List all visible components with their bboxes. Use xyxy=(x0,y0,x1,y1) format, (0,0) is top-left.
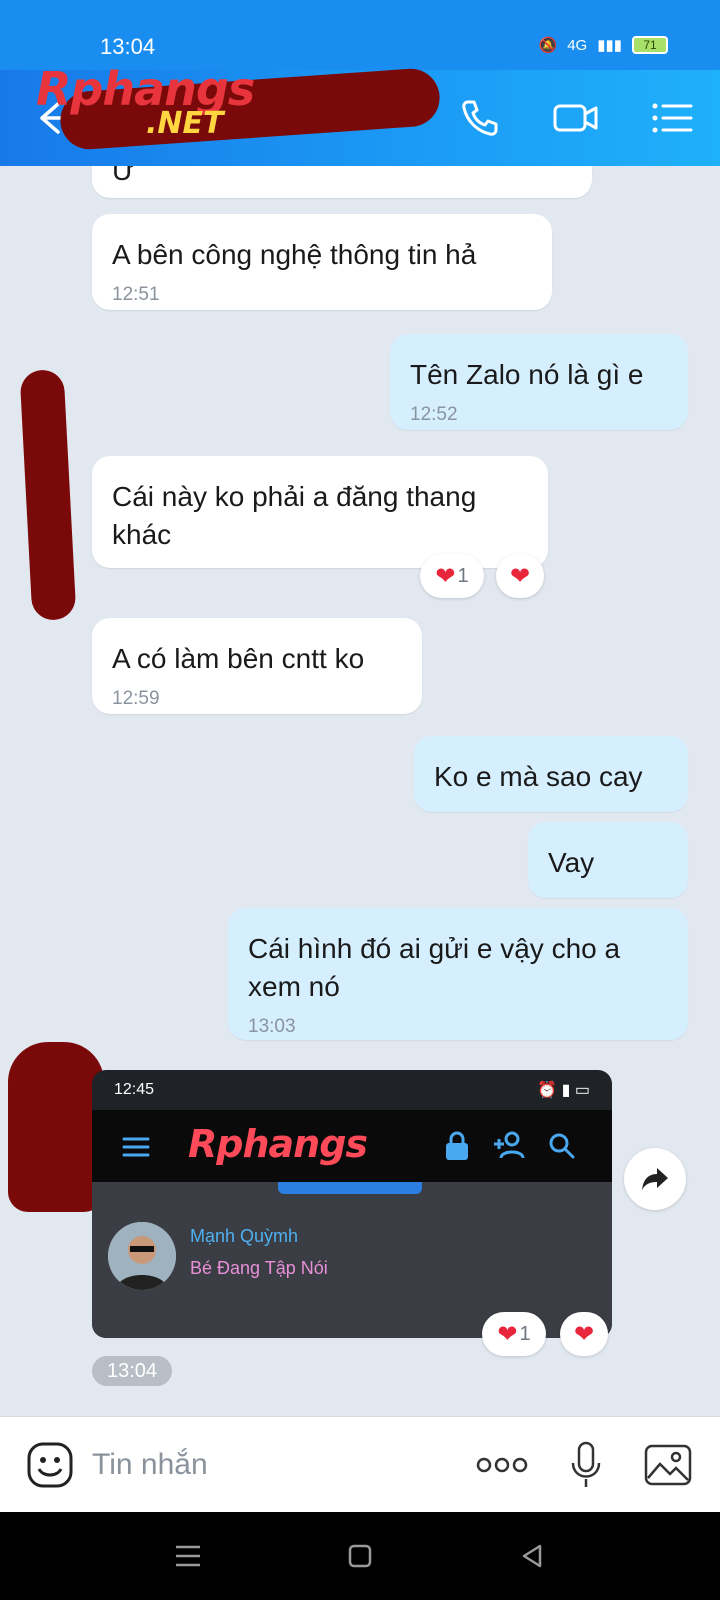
microphone-icon xyxy=(571,1441,601,1487)
reaction-count: 1 xyxy=(457,564,469,587)
message-bubble-out[interactable]: Ko e mà sao cay xyxy=(414,736,688,812)
avatar xyxy=(108,1222,176,1290)
heart-icon: ❤ xyxy=(435,562,456,590)
message-text: Cái hình đó ai gửi e vậy cho a xem nó xyxy=(248,933,621,1002)
message-bubble-out[interactable]: Vay xyxy=(528,822,688,898)
list-menu-icon xyxy=(652,103,693,133)
status-icons: 🔕 4G ▮▮▮ 71 xyxy=(539,36,668,54)
watermark-logo: Rphangs .NET xyxy=(36,62,255,141)
message-bubble-in[interactable]: A có làm bên cntt ko 12:59 xyxy=(92,618,422,714)
message-text: Tên Zalo nó là gì e xyxy=(410,359,644,390)
message-bubble-in[interactable]: A bên công nghệ thông tin hả 12:51 xyxy=(92,214,552,310)
image-icon xyxy=(644,1444,692,1486)
redacted-avatar xyxy=(8,1042,104,1212)
message-text: Cái này ko phải a đăng thang khác xyxy=(112,481,477,550)
search-icon xyxy=(549,1133,575,1159)
reaction-summary[interactable]: ❤ 1 xyxy=(482,1312,546,1356)
message-time: 12:51 xyxy=(112,284,160,305)
system-nav-bar xyxy=(0,1512,720,1600)
add-user-icon xyxy=(494,1131,525,1159)
heart-icon: ❤ xyxy=(497,1320,518,1348)
lock-icon xyxy=(446,1131,468,1160)
message-bubble-in[interactable]: Cái này ko phải a đăng thang khác xyxy=(92,456,548,568)
message-text: A bên công nghệ thông tin hả xyxy=(112,239,477,270)
react-button[interactable]: ❤ xyxy=(560,1312,608,1356)
embedded-status-icons: ⏰ ▮ ▭ xyxy=(537,1082,590,1099)
home-button[interactable] xyxy=(340,1536,380,1576)
message-time: 12:52 xyxy=(410,404,458,425)
options-button[interactable] xyxy=(644,90,700,146)
message-bubble-out[interactable]: Cái hình đó ai gửi e vậy cho a xem nó 13… xyxy=(228,908,688,1040)
message-text: Vay xyxy=(548,847,595,878)
message-time: 13:04 xyxy=(92,1356,172,1386)
embedded-app-bar: Rphangs xyxy=(92,1110,612,1182)
home-icon xyxy=(348,1544,372,1568)
embedded-user-role: Bé Đang Tập Nói xyxy=(190,1258,328,1278)
embedded-logo: Rphangs xyxy=(188,1122,368,1166)
sticker-button[interactable] xyxy=(18,1433,82,1497)
message-bubble-out[interactable]: Tên Zalo nó là gì e 12:52 xyxy=(390,334,688,430)
video-call-button[interactable] xyxy=(548,90,604,146)
mute-icon: 🔕 xyxy=(538,37,558,54)
embedded-user-name: Mạnh Quỳmh xyxy=(190,1226,299,1246)
recent-apps-button[interactable] xyxy=(168,1536,208,1576)
embedded-status-time: 12:45 xyxy=(114,1081,155,1098)
embedded-status-bar: 12:45 ⏰ ▮ ▭ xyxy=(92,1070,612,1110)
video-camera-icon xyxy=(553,104,598,132)
status-bar: 13:04 🔕 4G ▮▮▮ 71 xyxy=(0,0,720,70)
reaction-summary[interactable]: ❤ 1 xyxy=(420,554,484,598)
battery-icon: 71 xyxy=(632,36,668,54)
image-message[interactable]: 12:45 ⏰ ▮ ▭ Rphangs Mạnh Quỳmh Bé Đang T… xyxy=(92,1070,612,1338)
network-label: 4G xyxy=(567,36,588,54)
embedded-blue-tab xyxy=(278,1182,422,1194)
call-button[interactable] xyxy=(452,90,508,146)
voice-button[interactable] xyxy=(554,1433,618,1497)
message-text: Ừ xyxy=(112,166,136,186)
status-time: 13:04 xyxy=(100,34,156,59)
message-text: Ko e mà sao cay xyxy=(434,761,643,792)
reaction-count: 1 xyxy=(519,1322,531,1345)
phone-icon xyxy=(462,100,498,136)
share-arrow-icon xyxy=(642,1168,668,1190)
back-nav-button[interactable] xyxy=(512,1536,552,1576)
recent-apps-icon xyxy=(176,1545,200,1567)
message-text: A có làm bên cntt ko xyxy=(112,643,365,674)
message-bubble-in[interactable]: Ừ xyxy=(92,166,592,198)
message-list[interactable]: Ừ A bên công nghệ thông tin hả 12:51 Tên… xyxy=(0,166,720,1416)
heart-icon: ❤ xyxy=(573,1320,595,1348)
signal-icon: ▮▮▮ xyxy=(597,37,622,54)
heart-icon: ❤ xyxy=(509,562,531,590)
more-icon xyxy=(476,1457,528,1473)
message-composer: Tin nhắn xyxy=(0,1416,720,1512)
message-input[interactable]: Tin nhắn xyxy=(92,1441,452,1489)
redacted-avatar xyxy=(19,369,77,621)
message-time: 12:59 xyxy=(112,688,160,709)
back-icon xyxy=(522,1544,542,1568)
share-button[interactable] xyxy=(624,1148,686,1210)
sticker-icon xyxy=(27,1442,73,1488)
logo-subtext: .NET xyxy=(146,106,224,141)
more-button[interactable] xyxy=(470,1433,534,1497)
message-time: 13:03 xyxy=(248,1016,296,1037)
image-picker-button[interactable] xyxy=(636,1433,700,1497)
react-button[interactable]: ❤ xyxy=(496,554,544,598)
hamburger-icon xyxy=(122,1137,150,1157)
